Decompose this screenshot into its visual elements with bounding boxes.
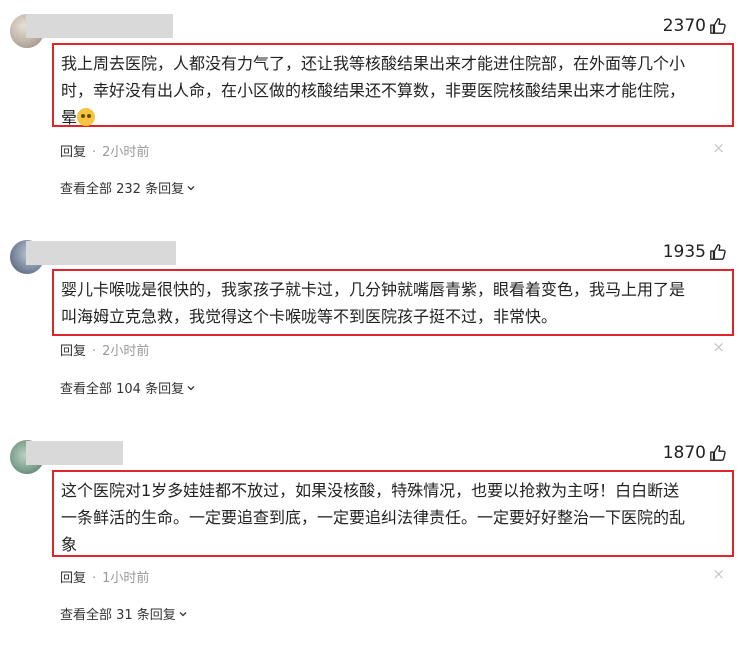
reply-button[interactable]: 回复 bbox=[60, 145, 86, 160]
view-all-replies-link[interactable]: 查看全部 232 条回复 bbox=[60, 178, 196, 197]
comment-text: 我上周去医院，人都没有力气了，还让我等核酸结果出来才能进住院部，在外面等几个小 … bbox=[52, 43, 734, 127]
username-redacted bbox=[26, 441, 123, 465]
comment-text-tail: 晕 bbox=[61, 108, 78, 127]
chevron-down-icon bbox=[179, 611, 187, 616]
thumb-up-icon bbox=[710, 244, 726, 260]
username-redacted bbox=[26, 14, 173, 38]
like-button[interactable]: 2370 bbox=[663, 16, 727, 36]
comment-text-line: 一条鲜活的生命。一定要追查到底，一定要追纠法律责任。一定要好好整治一下医院的乱 bbox=[61, 508, 686, 527]
dizzy-face-emoji-icon bbox=[77, 108, 96, 126]
comment-text: 婴儿卡喉咙是很快的，我家孩子就卡过，几分钟就嘴唇青紫，眼看着变色，我马上用了是 … bbox=[52, 269, 734, 336]
reply-button[interactable]: 回复 bbox=[60, 571, 86, 586]
chevron-down-icon bbox=[187, 185, 195, 190]
comment-meta: 回复 · 2小时前 bbox=[60, 344, 150, 359]
view-replies-label: 查看全部 31 条回复 bbox=[60, 608, 176, 623]
comment-text-line: 晕 bbox=[61, 104, 724, 131]
thumb-up-icon bbox=[710, 445, 726, 461]
like-button[interactable]: 1935 bbox=[663, 242, 727, 262]
like-count: 1870 bbox=[662, 443, 706, 463]
comment-time: 2小时前 bbox=[102, 145, 150, 160]
close-icon[interactable]: × bbox=[712, 338, 725, 356]
like-count: 1935 bbox=[662, 242, 706, 262]
username-redacted bbox=[26, 241, 176, 265]
comment-text-line: 这个医院对1岁多娃娃都不放过，如果没核酸，特殊情况，也要以抢救为主呀！白白断送 bbox=[61, 481, 680, 500]
comment-text-line: 时，幸好没有出人命，在小区做的核酸结果还不算数，非要医院核酸结果出来才能住院， bbox=[61, 81, 686, 100]
comment-time: 2小时前 bbox=[102, 344, 150, 359]
like-count: 2370 bbox=[662, 16, 706, 36]
reply-button[interactable]: 回复 bbox=[60, 344, 86, 359]
comment-text-line: 叫海姆立克急救，我觉得这个卡喉咙等不到医院孩子挺不过，非常快。 bbox=[61, 307, 558, 326]
comment-text-line: 婴儿卡喉咙是很快的，我家孩子就卡过，几分钟就嘴唇青紫，眼看着变色，我马上用了是 bbox=[61, 280, 686, 299]
view-all-replies-link[interactable]: 查看全部 104 条回复 bbox=[60, 378, 196, 397]
view-all-replies-link[interactable]: 查看全部 31 条回复 bbox=[60, 604, 188, 623]
comment-text: 这个医院对1岁多娃娃都不放过，如果没核酸，特殊情况，也要以抢救为主呀！白白断送 … bbox=[52, 470, 734, 557]
chevron-down-icon bbox=[187, 385, 195, 390]
view-replies-label: 查看全部 104 条回复 bbox=[60, 382, 185, 397]
view-replies-label: 查看全部 232 条回复 bbox=[60, 182, 185, 197]
close-icon[interactable]: × bbox=[712, 565, 725, 583]
comment-text-line: 我上周去医院，人都没有力气了，还让我等核酸结果出来才能进住院部，在外面等几个小 bbox=[61, 54, 686, 73]
comment-meta: 回复 · 2小时前 bbox=[60, 145, 150, 160]
like-button[interactable]: 1870 bbox=[663, 443, 727, 463]
thumb-up-icon bbox=[710, 18, 726, 34]
comment-time: 1小时前 bbox=[102, 571, 150, 586]
comment-meta: 回复 · 1小时前 bbox=[60, 571, 150, 586]
close-icon[interactable]: × bbox=[712, 139, 725, 157]
comment-text-line: 象 bbox=[61, 535, 78, 554]
